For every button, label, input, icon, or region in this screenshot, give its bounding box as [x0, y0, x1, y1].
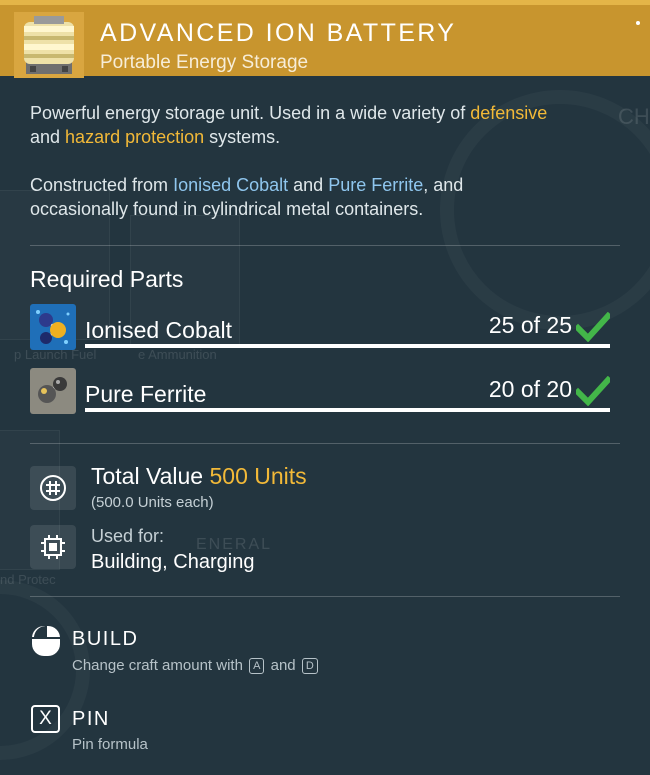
required-part-row[interactable]: Pure Ferrite 20 of 20	[30, 368, 613, 418]
required-parts-title: Required Parts	[30, 266, 184, 292]
divider	[30, 245, 620, 246]
part-name: Pure Ferrite	[85, 381, 207, 407]
desc-text: Powerful energy storage unit. Used in a …	[30, 103, 471, 123]
build-button[interactable]: BUILD	[72, 628, 138, 651]
chip-icon	[30, 525, 76, 569]
used-for-value: Building, Charging	[91, 551, 255, 573]
pure-ferrite-icon	[30, 368, 76, 414]
mouse-icon	[30, 624, 62, 658]
description-paragraph-1: Powerful energy storage unit. Used in a …	[30, 101, 625, 149]
desc-highlight-defensive: defensive	[470, 103, 548, 123]
bg-text: nd Protec	[0, 572, 56, 587]
desc-highlight-ferrite: Pure Ferrite	[328, 175, 424, 195]
item-header: ADVANCED ION BATTERY Portable Energy Sto…	[0, 0, 650, 78]
pin-key-icon: X	[31, 705, 60, 733]
item-subtitle: Portable Energy Storage	[100, 52, 309, 73]
desc-text: and	[30, 127, 66, 147]
divider	[30, 596, 620, 597]
part-count: 20 of 20	[488, 376, 572, 402]
desc-highlight-hazard: hazard protection	[65, 127, 205, 147]
total-value-label: Total Value	[91, 463, 210, 489]
corner-dot	[636, 21, 640, 25]
key-a: A	[249, 658, 265, 674]
build-hint-text: Change craft amount with	[72, 657, 243, 674]
build-hint: Change craft amount with A and D	[72, 657, 320, 674]
divider	[30, 443, 620, 444]
desc-text: , and	[423, 175, 464, 195]
ionised-cobalt-icon	[30, 304, 76, 350]
desc-text: systems.	[204, 127, 281, 147]
value-each: (500.0 Units each)	[91, 494, 214, 511]
item-title: ADVANCED ION BATTERY	[100, 19, 457, 47]
desc-text: Constructed from	[30, 175, 174, 195]
pin-hint: Pin formula	[72, 736, 148, 753]
total-value-amount: 500 Units	[209, 463, 307, 489]
desc-highlight-cobalt: Ionised Cobalt	[173, 175, 289, 195]
part-progress-bar	[85, 344, 610, 348]
build-hint-and: and	[270, 657, 296, 674]
used-for-label: Used for:	[91, 526, 165, 546]
pin-button[interactable]: PIN	[72, 708, 110, 731]
required-part-row[interactable]: Ionised Cobalt 25 of 25	[30, 304, 613, 354]
total-value: Total Value 500 Units	[91, 463, 307, 490]
part-progress-bar	[85, 408, 610, 412]
desc-text: and	[288, 175, 329, 195]
check-icon	[573, 375, 613, 407]
part-name: Ionised Cobalt	[85, 317, 233, 343]
key-d: D	[301, 658, 318, 674]
check-icon	[573, 311, 613, 343]
battery-icon	[14, 12, 84, 78]
part-count: 25 of 25	[488, 312, 572, 338]
desc-text: occasionally found in cylindrical metal …	[30, 199, 424, 219]
description-paragraph-2: Constructed from Ionised Cobalt and Pure…	[30, 173, 625, 221]
units-currency-icon	[30, 466, 76, 510]
